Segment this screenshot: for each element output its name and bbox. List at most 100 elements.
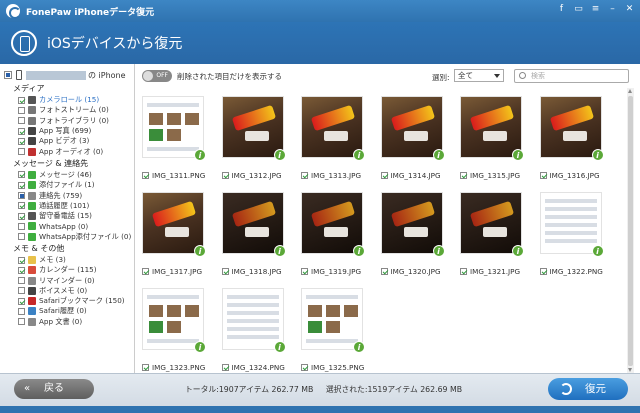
info-icon[interactable]: i bbox=[512, 149, 524, 161]
info-icon[interactable]: i bbox=[353, 245, 365, 257]
file-checkbox[interactable] bbox=[142, 364, 149, 371]
file-thumbnail[interactable]: i IMG_1316.JPG bbox=[536, 92, 604, 180]
file-checkbox[interactable] bbox=[301, 268, 308, 275]
file-thumbnail[interactable]: i IMG_1324.PNG bbox=[218, 284, 286, 372]
file-checkbox[interactable] bbox=[539, 268, 547, 275]
file-checkbox[interactable] bbox=[380, 172, 388, 179]
file-thumbnail[interactable]: i IMG_1314.JPG bbox=[377, 92, 445, 180]
file-checkbox[interactable] bbox=[460, 172, 467, 179]
file-checkbox[interactable] bbox=[460, 268, 467, 275]
sidebar-item[interactable]: 留守番電話 (15) bbox=[0, 211, 134, 221]
file-checkbox[interactable] bbox=[221, 364, 229, 371]
file-thumbnail[interactable]: i IMG_1315.JPG bbox=[456, 92, 524, 180]
info-icon[interactable]: i bbox=[512, 245, 524, 257]
recover-button[interactable]: 復元 bbox=[548, 378, 628, 400]
info-icon[interactable]: i bbox=[273, 245, 286, 257]
file-thumbnail[interactable]: i IMG_1320.JPG bbox=[377, 188, 445, 276]
menu-icon[interactable]: ≡ bbox=[589, 3, 602, 16]
sidebar-item[interactable]: リマインダー (0) bbox=[0, 275, 134, 285]
file-thumbnail[interactable]: i IMG_1325.PNG bbox=[297, 284, 365, 372]
item-checkbox[interactable] bbox=[18, 297, 25, 305]
search-input[interactable]: 検索 bbox=[514, 69, 629, 83]
scroll-down-icon[interactable] bbox=[628, 368, 632, 372]
sidebar-item[interactable]: 添付ファイル (1) bbox=[0, 180, 134, 190]
close-icon[interactable]: ✕ bbox=[623, 3, 636, 16]
file-thumbnail[interactable]: i IMG_1311.PNG bbox=[138, 92, 206, 180]
item-checkbox[interactable] bbox=[18, 287, 25, 295]
info-icon[interactable]: i bbox=[353, 341, 365, 353]
file-thumbnail[interactable]: i IMG_1317.JPG bbox=[138, 188, 206, 276]
item-checkbox[interactable] bbox=[18, 202, 25, 210]
item-checkbox[interactable] bbox=[18, 148, 25, 156]
device-row[interactable]: の iPhone bbox=[0, 68, 134, 82]
sidebar-item[interactable]: 連絡先 (759) bbox=[0, 190, 134, 200]
filter-select[interactable]: 全て bbox=[454, 69, 504, 82]
scroll-thumb[interactable] bbox=[628, 96, 633, 366]
item-checkbox[interactable] bbox=[18, 106, 25, 114]
item-checkbox[interactable] bbox=[18, 307, 25, 315]
file-checkbox[interactable] bbox=[221, 172, 229, 179]
sidebar-item[interactable]: 通話履歴 (101) bbox=[0, 201, 134, 211]
item-checkbox[interactable] bbox=[18, 192, 25, 200]
info-icon[interactable]: i bbox=[591, 149, 604, 161]
item-checkbox[interactable] bbox=[18, 212, 25, 220]
minimize-icon[interactable]: – bbox=[606, 3, 619, 16]
back-button[interactable]: « 戻る bbox=[14, 379, 94, 399]
info-icon[interactable]: i bbox=[591, 245, 604, 257]
sidebar-item[interactable]: ボイスメモ (0) bbox=[0, 286, 134, 296]
file-thumbnail[interactable]: i IMG_1313.JPG bbox=[297, 92, 365, 180]
sidebar-item[interactable]: App 文書 (0) bbox=[0, 317, 134, 327]
file-thumbnail[interactable]: i IMG_1319.JPG bbox=[297, 188, 365, 276]
file-thumbnail[interactable]: i IMG_1323.PNG bbox=[138, 284, 206, 372]
deleted-only-toggle[interactable]: OFF bbox=[142, 70, 172, 82]
sidebar-item[interactable]: App 写真 (699) bbox=[0, 126, 134, 136]
info-icon[interactable]: i bbox=[432, 245, 445, 257]
sidebar-item[interactable]: フォトライブラリ (0) bbox=[0, 116, 134, 126]
item-checkbox[interactable] bbox=[18, 137, 25, 145]
file-checkbox[interactable] bbox=[142, 172, 149, 179]
file-thumbnail[interactable]: i IMG_1321.JPG bbox=[456, 188, 524, 276]
sidebar-item[interactable]: カレンダー (115) bbox=[0, 265, 134, 275]
facebook-icon[interactable]: f bbox=[555, 3, 568, 16]
item-checkbox[interactable] bbox=[18, 277, 25, 285]
item-checkbox[interactable] bbox=[18, 318, 25, 326]
file-thumbnail[interactable]: i IMG_1318.JPG bbox=[218, 188, 286, 276]
sidebar-item[interactable]: Safariブックマーク (150) bbox=[0, 296, 134, 306]
item-checkbox[interactable] bbox=[18, 117, 25, 125]
file-checkbox[interactable] bbox=[380, 268, 388, 275]
item-checkbox[interactable] bbox=[18, 233, 25, 241]
file-checkbox[interactable] bbox=[142, 268, 149, 275]
sidebar-item[interactable]: メモ (3) bbox=[0, 255, 134, 265]
file-checkbox[interactable] bbox=[301, 172, 308, 179]
file-thumbnail[interactable]: i IMG_1312.JPG bbox=[218, 92, 286, 180]
item-checkbox[interactable] bbox=[18, 96, 25, 104]
item-checkbox[interactable] bbox=[18, 256, 25, 264]
item-checkbox[interactable] bbox=[18, 266, 25, 274]
sidebar-item[interactable]: カメラロール (15) bbox=[0, 95, 134, 105]
chat-icon[interactable]: ▭ bbox=[572, 3, 585, 16]
item-checkbox[interactable] bbox=[18, 181, 25, 189]
grid-scrollbar[interactable] bbox=[627, 88, 634, 373]
scroll-up-icon[interactable] bbox=[628, 89, 632, 93]
file-checkbox[interactable] bbox=[301, 364, 308, 371]
info-icon[interactable]: i bbox=[353, 149, 365, 161]
device-checkbox[interactable] bbox=[4, 71, 12, 79]
info-icon[interactable]: i bbox=[194, 245, 206, 257]
sidebar-item[interactable]: App ビデオ (3) bbox=[0, 136, 134, 146]
sidebar-item[interactable]: Safari履歴 (0) bbox=[0, 306, 134, 316]
info-icon[interactable]: i bbox=[273, 149, 286, 161]
sidebar-item[interactable]: App オーディオ (0) bbox=[0, 146, 134, 156]
item-checkbox[interactable] bbox=[18, 222, 25, 230]
info-icon[interactable]: i bbox=[273, 341, 286, 353]
sidebar-item[interactable]: フォトストリーム (0) bbox=[0, 105, 134, 115]
sidebar-item[interactable]: メッセージ (46) bbox=[0, 170, 134, 180]
file-checkbox[interactable] bbox=[221, 268, 229, 275]
info-icon[interactable]: i bbox=[194, 149, 206, 161]
info-icon[interactable]: i bbox=[432, 149, 445, 161]
item-checkbox[interactable] bbox=[18, 127, 25, 135]
file-thumbnail[interactable]: i IMG_1322.PNG bbox=[536, 188, 604, 276]
item-checkbox[interactable] bbox=[18, 171, 25, 179]
sidebar-item[interactable]: WhatsApp添付ファイル (0) bbox=[0, 232, 134, 242]
info-icon[interactable]: i bbox=[194, 341, 206, 353]
file-checkbox[interactable] bbox=[539, 172, 547, 179]
